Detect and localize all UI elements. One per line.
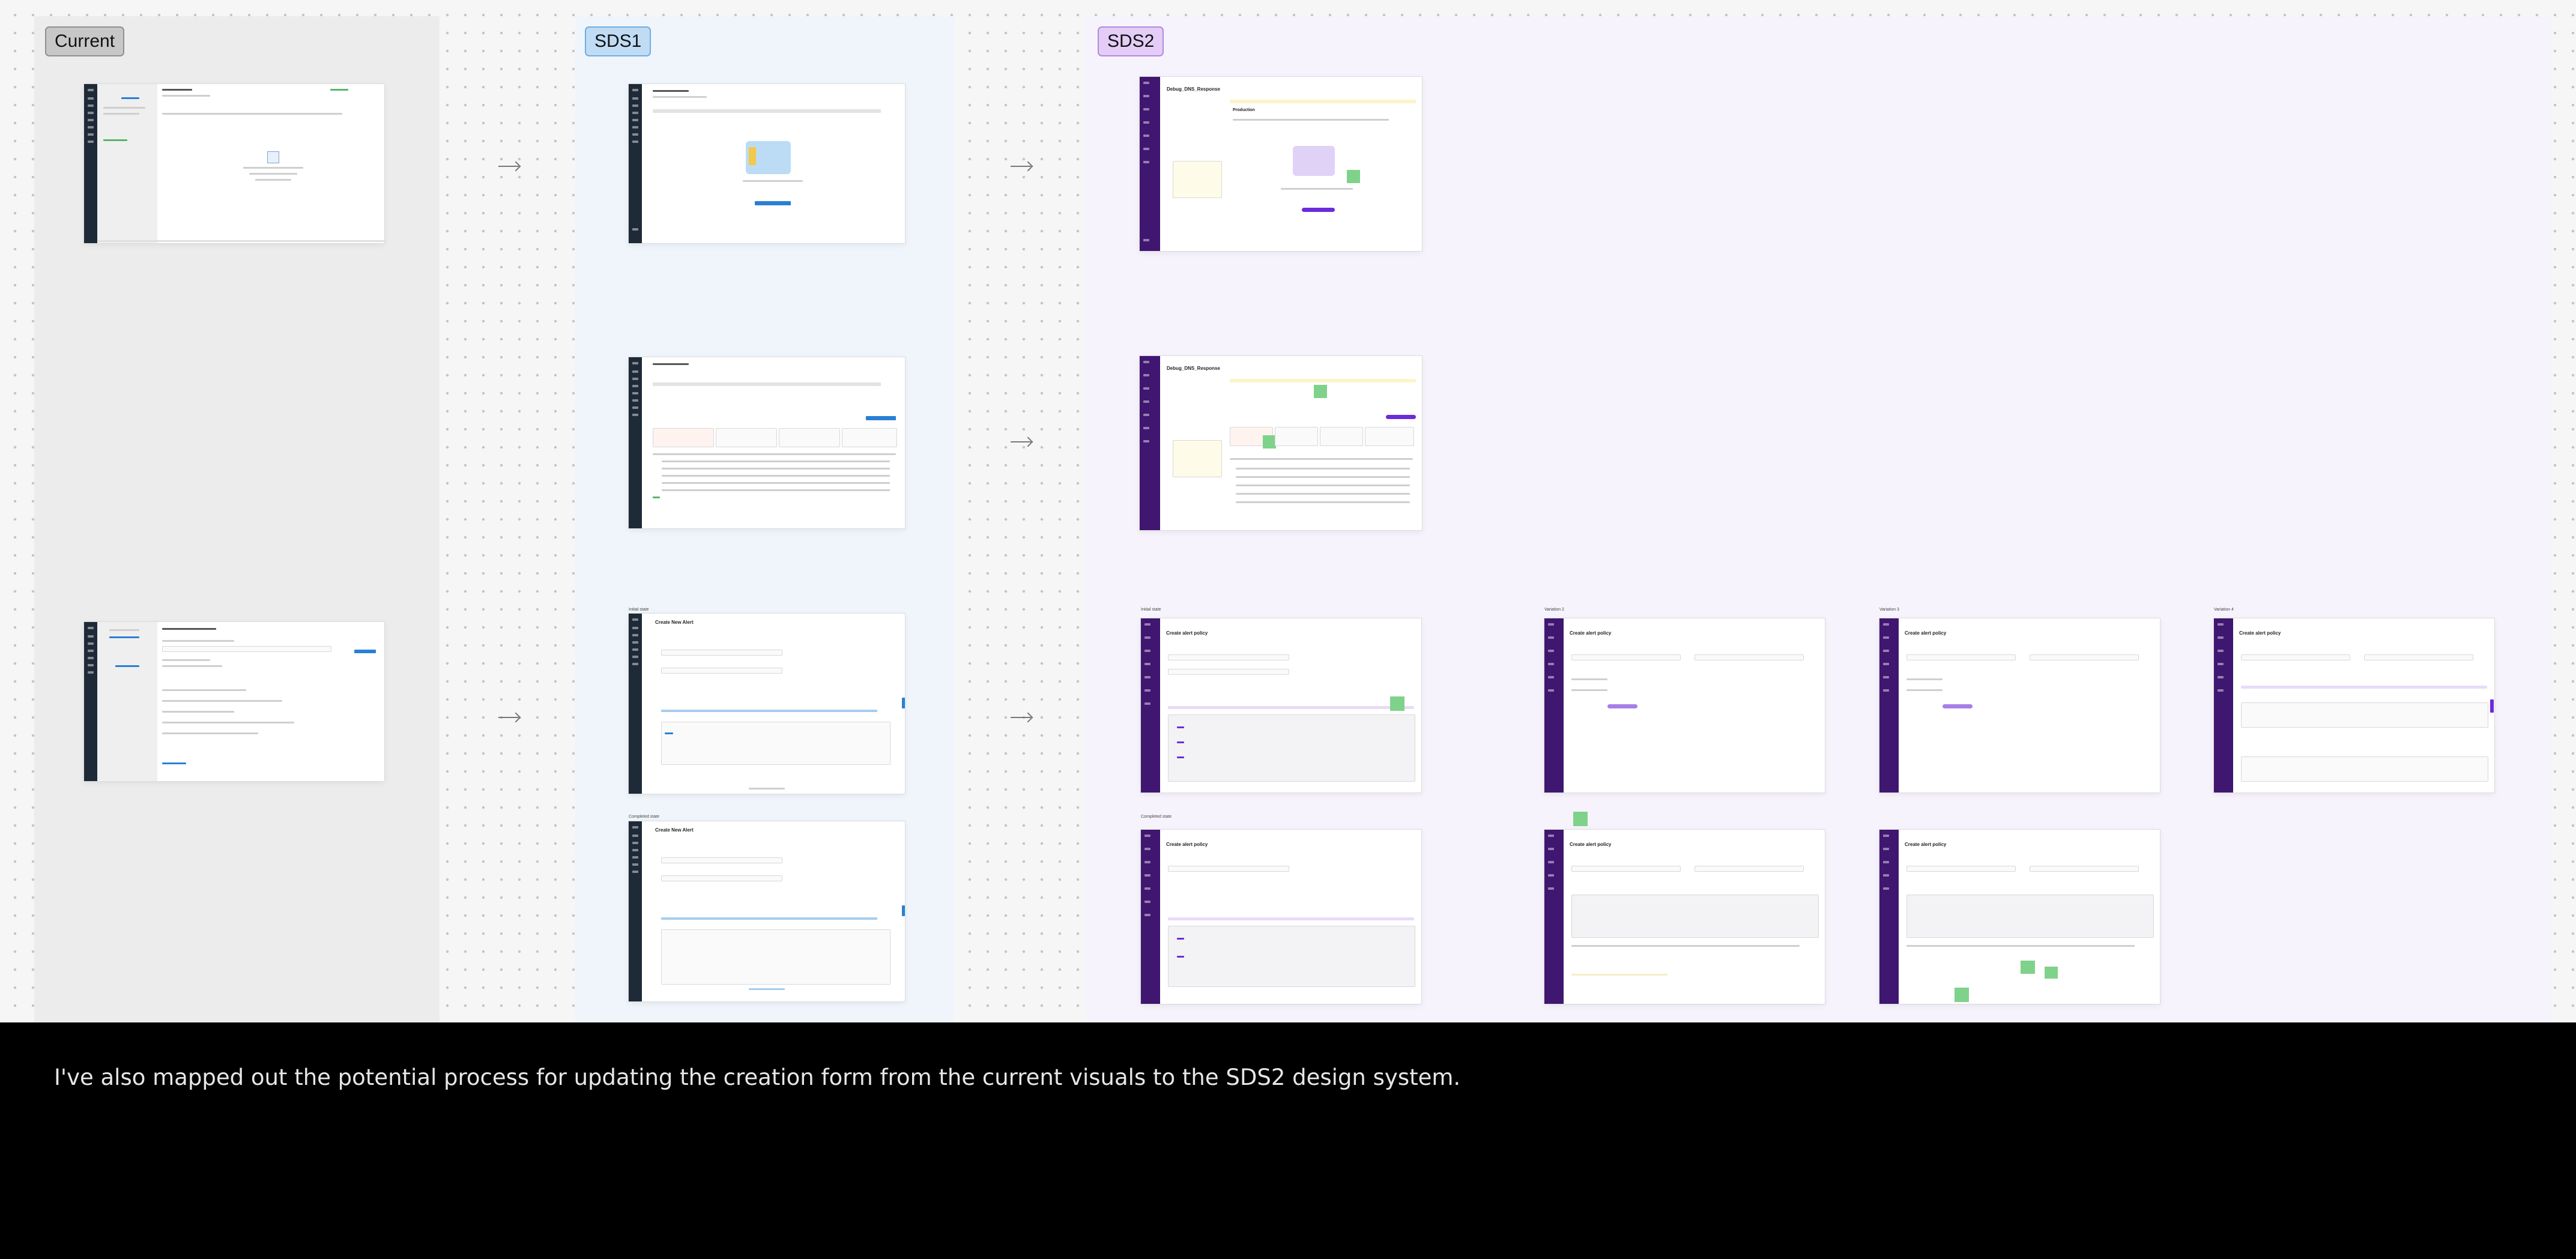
variation-2-label: Variation 2 (1544, 608, 1564, 612)
sds1-empty-state-screenshot[interactable] (629, 84, 905, 243)
sds2-empty-state-screenshot[interactable]: Debug_DNS_Response Production (1140, 77, 1422, 251)
initial-state-label: Initial state (1141, 608, 1161, 612)
design-board-canvas: Current SDS1 SDS2 Initial state Create N… (0, 0, 2576, 1022)
form-title: Create alert policy (1905, 630, 1947, 636)
flow-arrow (1011, 166, 1031, 167)
flow-arrow (498, 166, 519, 167)
form-title: Create alert policy (1905, 842, 1947, 847)
secondary-nav (97, 622, 157, 781)
variation-4-label: Variation 4 (2214, 608, 2234, 612)
sds2-list-screenshot[interactable]: Debug_DNS_Response (1140, 356, 1422, 530)
sds1-create-form-initial-screenshot[interactable]: Create New Alert (629, 614, 905, 794)
sds1-create-form-completed-screenshot[interactable]: Create New Alert (629, 821, 905, 1001)
sidebar (629, 614, 642, 794)
variation-3-label: Variation 3 (1879, 608, 1899, 612)
sidebar (629, 84, 642, 243)
form-title: Create alert policy (2239, 630, 2281, 636)
sidebar (1140, 356, 1160, 530)
sidebar (1140, 77, 1160, 251)
sidebar (1544, 618, 1564, 793)
sidebar (1141, 618, 1160, 793)
sidebar (1879, 618, 1899, 793)
completed-state-label: Completed state (1141, 815, 1172, 819)
sds2-variation-2-screenshot[interactable]: Create alert policy (1544, 618, 1825, 793)
sidebar (1879, 830, 1899, 1004)
form-title: Create alert policy (1166, 842, 1208, 847)
form-title: Create alert policy (1570, 842, 1612, 847)
sidebar (84, 622, 97, 781)
flow-arrow (1011, 717, 1031, 718)
sds2-section-tag: SDS2 (1098, 26, 1164, 56)
sds2-variation-3-completed-screenshot[interactable]: Create alert policy (1879, 830, 2160, 1004)
sidebar (629, 357, 642, 528)
form-title: Create alert policy (1166, 630, 1208, 636)
sticky-note (1955, 988, 1969, 1002)
form-title: Create New Alert (655, 620, 694, 625)
presentation-caption: I've also mapped out the potential proce… (54, 1064, 1461, 1090)
flow-arrow (1011, 441, 1031, 442)
sds1-section-tag: SDS1 (585, 26, 652, 56)
empty-state-illustration (1293, 146, 1335, 176)
form-title: Create New Alert (655, 827, 694, 833)
form-title: Create alert policy (1570, 630, 1612, 636)
sds2-create-form-completed-screenshot[interactable]: Create alert policy (1141, 830, 1421, 1004)
sds2-variation-2-completed-screenshot[interactable]: Create alert policy (1544, 830, 1825, 1004)
sds2-variation-4-screenshot[interactable]: Create alert policy (2214, 618, 2494, 793)
service-title: Debug_DNS_Response (1167, 86, 1220, 92)
sticky-note (1573, 812, 1588, 826)
sidebar (629, 821, 642, 1001)
initial-state-label: Initial state (629, 608, 649, 612)
sidebar (1544, 830, 1564, 1004)
sidebar (2214, 618, 2233, 793)
current-section-tag: Current (45, 26, 125, 56)
sds2-create-form-initial-screenshot[interactable]: Create alert policy (1141, 618, 1421, 793)
service-title: Debug_DNS_Response (1167, 366, 1220, 371)
environment-heading: Production (1233, 108, 1255, 112)
sidebar (84, 84, 97, 243)
secondary-nav (97, 84, 157, 243)
sds2-variation-3-screenshot[interactable]: Create alert policy (1879, 618, 2160, 793)
caption-bar: I've also mapped out the potential proce… (0, 1022, 2576, 1259)
sds1-list-screenshot[interactable] (629, 357, 905, 528)
flow-arrow (498, 717, 519, 718)
current-create-form-screenshot[interactable] (84, 622, 384, 781)
completed-state-label: Completed state (629, 815, 659, 819)
current-empty-state-screenshot[interactable] (84, 84, 384, 243)
sidebar (1141, 830, 1160, 1004)
